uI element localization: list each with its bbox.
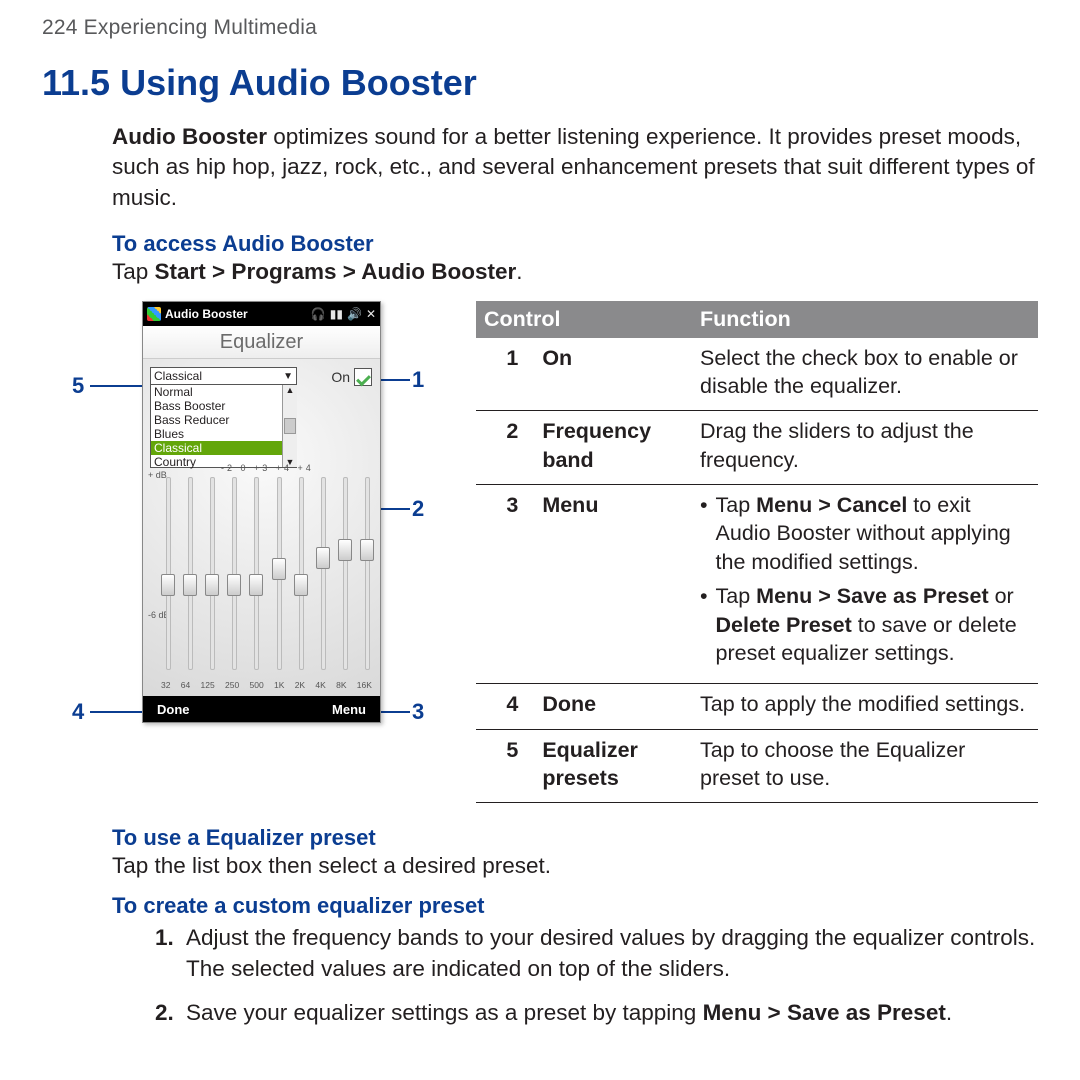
freq-slider[interactable] xyxy=(338,477,350,670)
subhead-use-preset: To use a Equalizer preset xyxy=(112,825,1038,851)
scroll-up-icon[interactable]: ▲ xyxy=(286,385,295,395)
step-1: Adjust the frequency bands to your desir… xyxy=(180,923,1038,984)
intro-bold: Audio Booster xyxy=(112,124,267,149)
chevron-down-icon: ▼ xyxy=(283,371,293,382)
th-function: Function xyxy=(692,301,1038,337)
phone-screenshot: Audio Booster 🎧 ▮▮ 🔊 ✕ Equalizer Classic… xyxy=(142,301,381,723)
preset-item[interactable]: Blues xyxy=(151,427,296,441)
volume-icon: 🔊 xyxy=(347,307,362,321)
freq-labels: 32 64 125 250 500 1K 2K 4K 8K 16K xyxy=(161,680,372,690)
callout-line xyxy=(380,711,410,713)
windows-flag-icon xyxy=(147,307,161,321)
callout-3: 3 xyxy=(412,699,424,725)
subhead-create-preset: To create a custom equalizer preset xyxy=(112,893,1038,919)
intro-paragraph: Audio Booster optimizes sound for a bett… xyxy=(42,122,1038,213)
freq-slider[interactable] xyxy=(272,477,284,670)
callout-line xyxy=(90,711,142,713)
section-title: 11.5 Using Audio Booster xyxy=(42,62,1038,104)
freq-slider[interactable] xyxy=(161,477,173,670)
done-button[interactable]: Done xyxy=(157,702,190,717)
table-row: 1 On Select the check box to enable or d… xyxy=(476,338,1038,411)
freq-slider[interactable] xyxy=(205,477,217,670)
preset-item[interactable]: Bass Reducer xyxy=(151,413,296,427)
preset-dropdown[interactable]: Classical ▼ Normal Bass Booster Bass Red… xyxy=(150,367,297,468)
app-title: Audio Booster xyxy=(165,307,248,321)
freq-slider[interactable] xyxy=(316,477,328,670)
table-row: 3 Menu •Tap Menu > Cancel to exit Audio … xyxy=(476,485,1038,684)
control-function-table: Control Function 1 On Select the check b… xyxy=(476,301,1038,803)
slider-bank xyxy=(161,477,372,670)
preset-selected-label: Classical xyxy=(154,369,202,383)
callout-line xyxy=(380,379,410,381)
callout-4: 4 xyxy=(72,699,84,725)
phone-softkey-bar: Done Menu xyxy=(143,696,380,722)
signal-icon: ▮▮ xyxy=(330,307,343,321)
preset-item[interactable]: Normal xyxy=(151,385,296,399)
screen-title: Equalizer xyxy=(143,326,380,359)
slider-value-readout: -2 0 +3 +4 +4 xyxy=(221,463,314,473)
page: 224 Experiencing Multimedia 11.5 Using A… xyxy=(0,0,1080,1053)
step-2: Save your equalizer settings as a preset… xyxy=(180,998,1038,1028)
on-toggle[interactable]: On xyxy=(331,368,372,386)
create-preset-steps: Adjust the frequency bands to your desir… xyxy=(42,923,1038,1028)
preset-list[interactable]: Normal Bass Booster Bass Reducer Blues C… xyxy=(151,385,296,467)
callout-1: 1 xyxy=(412,367,424,393)
figure-and-table-row: 5 1 2 3 4 Audio Booster 🎧 ▮▮ 🔊 xyxy=(42,301,1038,803)
freq-slider[interactable] xyxy=(249,477,261,670)
callout-2: 2 xyxy=(412,496,424,522)
preset-selected-row[interactable]: Classical ▼ xyxy=(151,368,296,385)
freq-slider[interactable] xyxy=(183,477,195,670)
on-checkbox[interactable] xyxy=(354,368,372,386)
preset-item[interactable]: Bass Booster xyxy=(151,399,296,413)
subhead-access: To access Audio Booster xyxy=(112,231,1038,257)
callout-5: 5 xyxy=(72,373,84,399)
th-control: Control xyxy=(476,301,692,337)
preset-scrollbar[interactable]: ▲ ▼ xyxy=(282,385,297,467)
equalizer-body: Classical ▼ Normal Bass Booster Bass Red… xyxy=(143,359,380,696)
table-row: 4 Done Tap to apply the modified setting… xyxy=(476,684,1038,729)
menu-button[interactable]: Menu xyxy=(332,702,366,717)
table-row: 2 Frequency band Drag the sliders to adj… xyxy=(476,411,1038,485)
close-icon[interactable]: ✕ xyxy=(366,307,376,321)
scroll-thumb[interactable] xyxy=(284,418,296,434)
preset-item-selected[interactable]: Classical xyxy=(151,441,296,455)
on-label: On xyxy=(331,369,350,385)
headphone-icon: 🎧 xyxy=(311,307,326,321)
use-preset-line: Tap the list box then select a desired p… xyxy=(112,853,1038,879)
callout-line xyxy=(90,385,142,387)
running-header: 224 Experiencing Multimedia xyxy=(42,16,1038,40)
freq-slider[interactable] xyxy=(360,477,372,670)
freq-slider[interactable] xyxy=(227,477,239,670)
freq-slider[interactable] xyxy=(294,477,306,670)
access-line: Tap Start > Programs > Audio Booster. xyxy=(112,259,1038,285)
callout-line xyxy=(380,508,410,510)
phone-status-bar: Audio Booster 🎧 ▮▮ 🔊 ✕ xyxy=(143,302,380,326)
screenshot-figure: 5 1 2 3 4 Audio Booster 🎧 ▮▮ 🔊 xyxy=(72,301,442,736)
table-row: 5 Equalizer presets Tap to choose the Eq… xyxy=(476,729,1038,803)
